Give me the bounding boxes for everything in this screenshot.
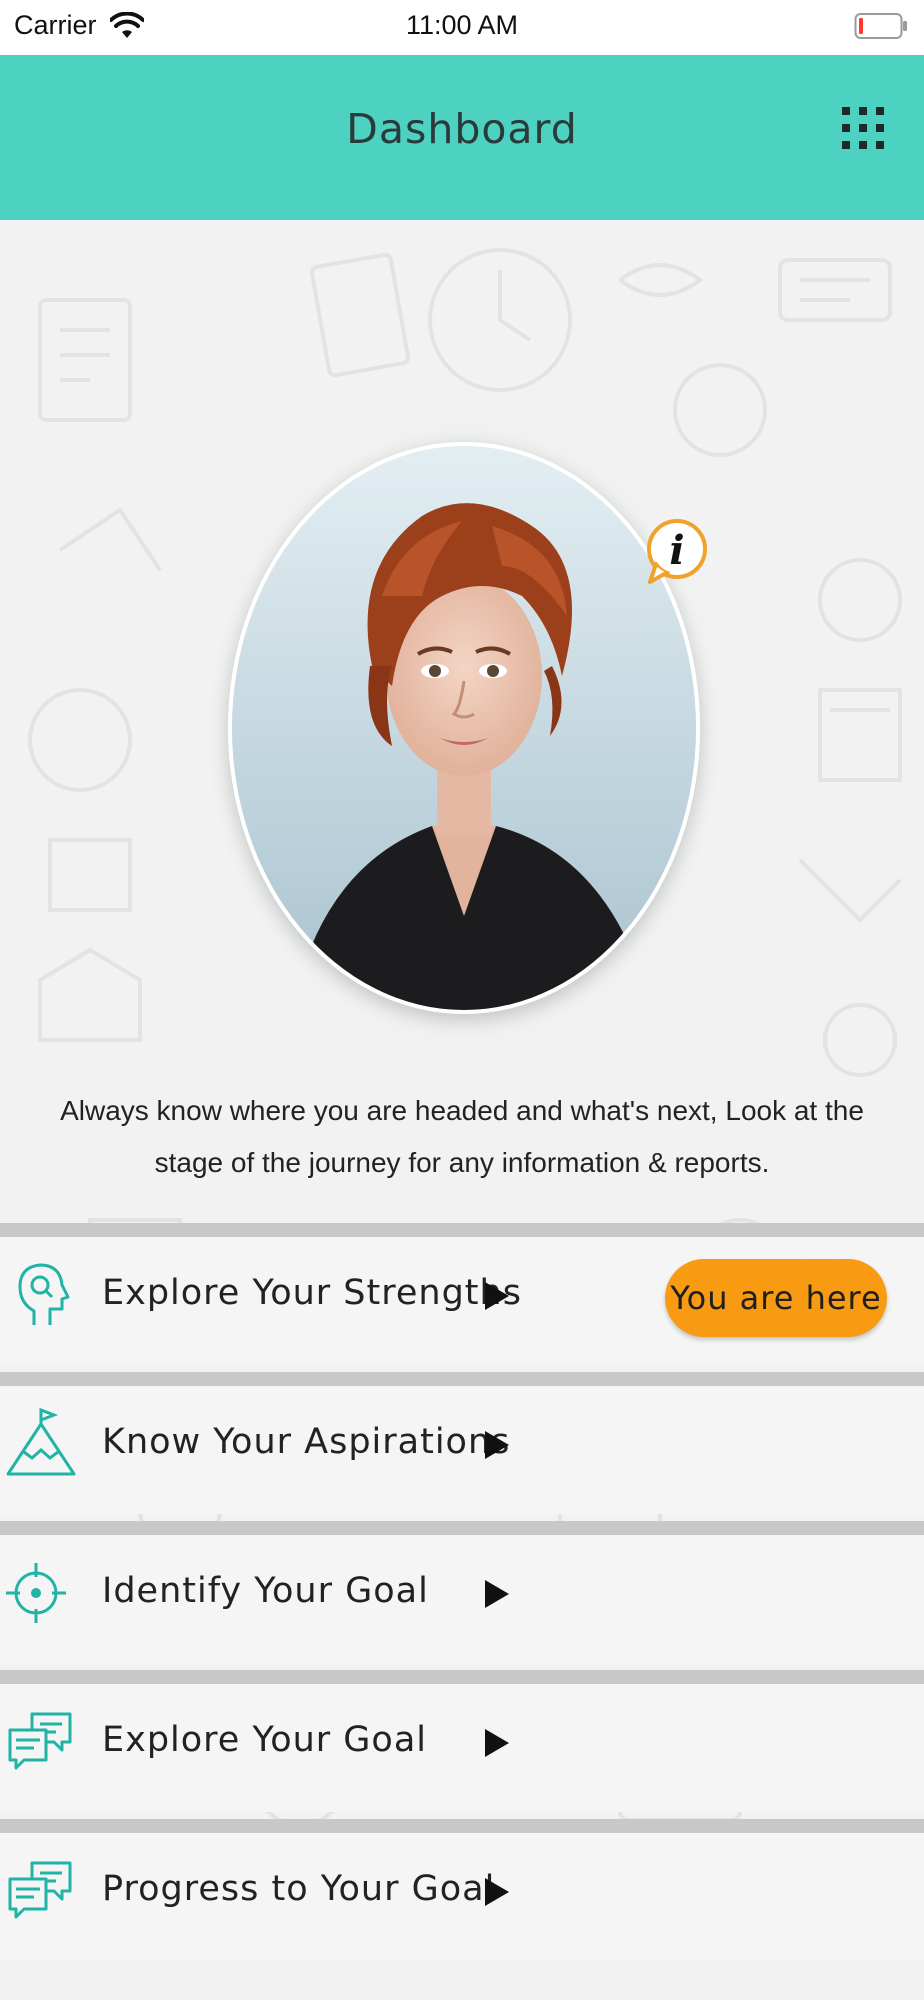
stage-item-identify-goal[interactable]: Identify Your Goal bbox=[0, 1521, 924, 1663]
profile-portrait bbox=[228, 442, 700, 1014]
target-crosshair-icon bbox=[6, 1563, 66, 1623]
dashboard-content: i Always know where you are headed and w… bbox=[0, 220, 924, 2000]
chat-bubbles-icon bbox=[8, 1712, 72, 1770]
battery-icon bbox=[854, 13, 907, 39]
stage-label: Identify Your Goal bbox=[102, 1571, 429, 1611]
stage-label: Explore Your Strengths bbox=[102, 1273, 522, 1313]
stage-label: Explore Your Goal bbox=[102, 1720, 428, 1760]
page-title: Dashboard bbox=[346, 105, 578, 153]
svg-text:i: i bbox=[669, 527, 684, 574]
play-arrow-icon bbox=[485, 1729, 509, 1757]
stage-label: Know Your Aspirations bbox=[102, 1422, 511, 1462]
stage-item-explore-goal[interactable]: Explore Your Goal bbox=[0, 1670, 924, 1812]
stage-label: Progress to Your Goal bbox=[102, 1869, 496, 1909]
play-arrow-icon bbox=[485, 1431, 509, 1459]
head-profile-icon bbox=[18, 1263, 70, 1325]
app-bar: Dashboard bbox=[0, 55, 924, 220]
you-are-here-badge: You are here bbox=[665, 1259, 887, 1337]
play-arrow-icon bbox=[485, 1878, 509, 1906]
status-time: 11:00 AM bbox=[405, 10, 519, 40]
intro-text: Always know where you are headed and wha… bbox=[60, 1095, 864, 1178]
play-arrow-icon bbox=[485, 1282, 509, 1310]
mountain-flag-icon bbox=[6, 1408, 76, 1476]
chat-bubbles-icon bbox=[8, 1861, 72, 1919]
stage-item-know-aspirations[interactable]: Know Your Aspirations bbox=[0, 1372, 924, 1514]
play-arrow-icon bbox=[485, 1580, 509, 1608]
status-bar: Carrier 11:00 AM bbox=[0, 0, 924, 55]
grid-menu-icon[interactable] bbox=[840, 105, 886, 151]
info-icon[interactable]: i bbox=[642, 516, 708, 588]
stage-item-progress-goal[interactable]: Progress to Your Goal bbox=[0, 1819, 924, 1961]
stage-item-explore-strengths[interactable]: Explore Your Strengths You are here bbox=[0, 1223, 924, 1365]
portrait-illustration bbox=[232, 446, 696, 1010]
